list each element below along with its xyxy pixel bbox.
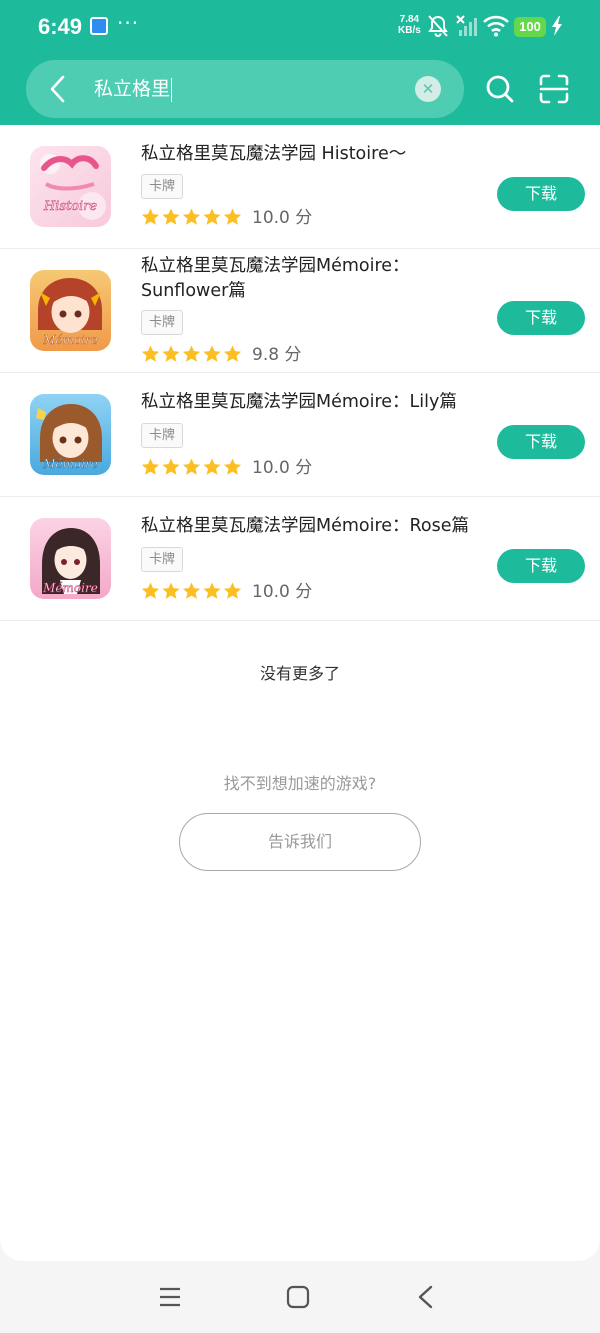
- search-input[interactable]: 私立格里: [94, 71, 173, 107]
- search-icon[interactable]: [484, 73, 516, 105]
- list-item[interactable]: Mémoire 私立格里莫瓦魔法学园Mémoire：Sunflower篇 卡牌 …: [0, 249, 600, 373]
- back-triangle-icon[interactable]: [417, 1285, 435, 1309]
- app-icon: Mémoire: [30, 518, 111, 599]
- score: 10.0 分: [252, 208, 313, 228]
- category-tag: 卡牌: [141, 423, 184, 448]
- search-bar: 私立格里 ✕: [26, 60, 464, 118]
- wifi-icon: [483, 15, 509, 37]
- download-button[interactable]: 下载: [497, 301, 585, 335]
- category-tag: 卡牌: [141, 547, 184, 572]
- app-icon: Mémoire: [30, 270, 111, 351]
- app-title: 私立格里莫瓦魔法学园Mémoire：Sunflower篇: [141, 256, 410, 301]
- scan-icon[interactable]: [538, 73, 570, 105]
- more-notifications-icon: ···: [117, 11, 140, 35]
- notification-app-icon: [90, 17, 108, 35]
- icon-lettering: Histoire: [43, 199, 98, 214]
- chevron-left-icon[interactable]: [46, 74, 70, 104]
- network-speed-value: 7.84: [399, 14, 420, 25]
- bell-muted-icon: [428, 15, 448, 37]
- list-item[interactable]: Histoire 私立格里莫瓦魔法学园 Histoire～ 卡牌 10.0 分 …: [0, 125, 600, 249]
- cell-signal-icon: [456, 15, 477, 36]
- close-icon[interactable]: ✕: [415, 76, 441, 102]
- score: 10.0 分: [252, 458, 313, 478]
- download-button[interactable]: 下载: [497, 177, 585, 211]
- menu-icon[interactable]: [159, 1286, 181, 1308]
- category-tag: 卡牌: [141, 310, 184, 335]
- status-bar: 6:49 ··· 7.84 KB/s 100: [0, 0, 600, 54]
- feedback-hint: 找不到想加速的游戏?: [223, 774, 377, 793]
- download-button[interactable]: 下载: [497, 549, 585, 583]
- icon-lettering: Mémoire: [42, 457, 98, 471]
- search-query: 私立格里: [94, 78, 171, 100]
- category-tag: 卡牌: [141, 174, 184, 199]
- download-button[interactable]: 下载: [497, 425, 585, 459]
- app-title: 私立格里莫瓦魔法学园Mémoire：Lily篇: [141, 392, 457, 412]
- charging-icon: [552, 16, 562, 36]
- end-of-list-text: 没有更多了: [259, 664, 340, 683]
- app-icon: Mémoire: [30, 394, 111, 475]
- score: 10.0 分: [252, 582, 313, 602]
- battery-level: 100: [514, 17, 546, 37]
- star-rating-icon: [141, 458, 242, 475]
- tell-us-button[interactable]: 告诉我们: [179, 813, 421, 871]
- system-nav-bar: [0, 1261, 600, 1333]
- app-title: 私立格里莫瓦魔法学园 Histoire～: [141, 144, 407, 164]
- status-time: 6:49: [38, 14, 83, 39]
- app-title: 私立格里莫瓦魔法学园Mémoire：Rose篇: [141, 516, 470, 536]
- network-speed: 7.84 KB/s: [398, 14, 421, 36]
- list-item[interactable]: Mémoire 私立格里莫瓦魔法学园Mémoire：Lily篇 卡牌 10.0 …: [0, 373, 600, 497]
- score: 9.8 分: [252, 345, 302, 365]
- search-results-panel: Histoire 私立格里莫瓦魔法学园 Histoire～ 卡牌 10.0 分 …: [0, 125, 600, 1261]
- list-item[interactable]: Mémoire 私立格里莫瓦魔法学园Mémoire：Rose篇 卡牌 10.0 …: [0, 497, 600, 621]
- app-header: 6:49 ··· 7.84 KB/s 100 私立格里 ✕: [0, 0, 600, 125]
- icon-lettering: Mémoire: [42, 581, 98, 595]
- star-rating-icon: [141, 582, 242, 599]
- text-caret: [171, 77, 173, 102]
- star-rating-icon: [141, 345, 242, 362]
- icon-lettering: Mémoire: [42, 333, 98, 347]
- app-icon: Histoire: [30, 146, 111, 227]
- home-square-icon[interactable]: [286, 1285, 310, 1309]
- star-rating-icon: [141, 208, 242, 225]
- network-speed-unit: KB/s: [398, 25, 421, 36]
